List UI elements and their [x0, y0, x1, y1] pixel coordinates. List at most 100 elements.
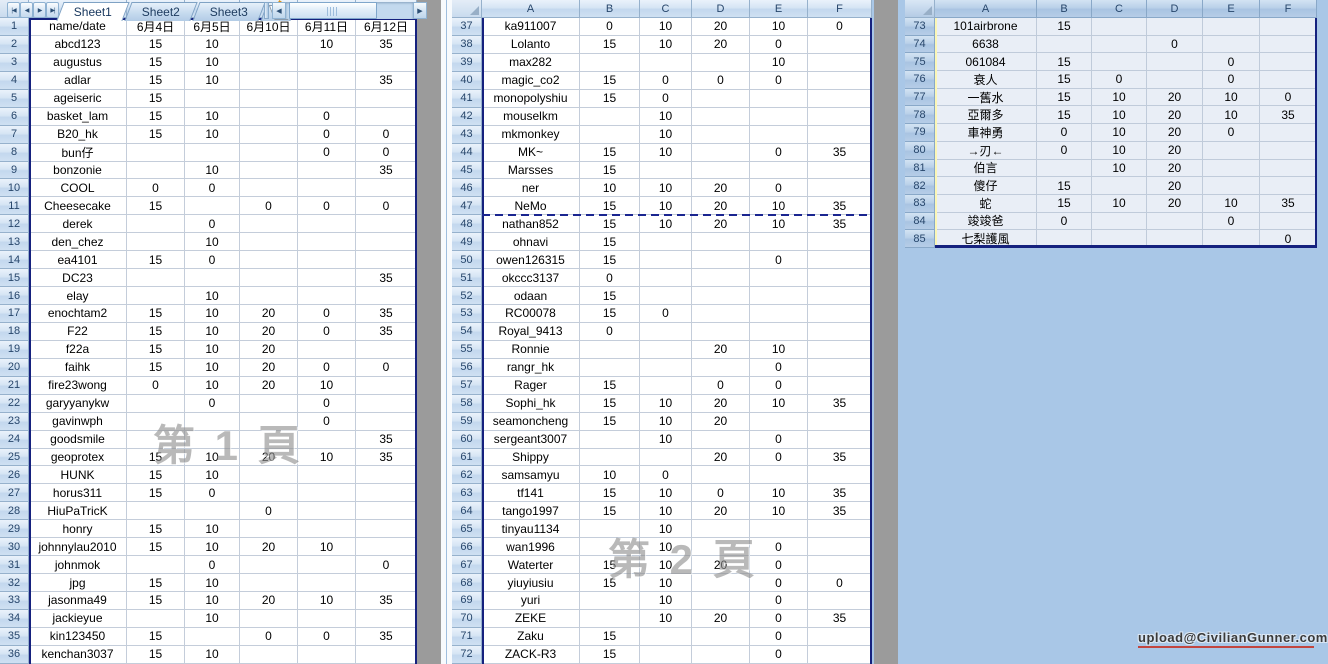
cell-F39[interactable] [808, 54, 872, 72]
cell-F21[interactable] [356, 377, 417, 395]
cell-E36[interactable] [298, 646, 356, 664]
cell-A11[interactable]: Cheesecake [29, 197, 127, 215]
cell-C34[interactable]: 10 [185, 610, 240, 628]
cell-A69[interactable]: yuri [482, 592, 580, 610]
cell-E57[interactable]: 0 [750, 377, 808, 395]
cell-A14[interactable]: ea4101 [29, 251, 127, 269]
row-header-6[interactable]: 6 [0, 108, 29, 126]
cell-F14[interactable] [356, 251, 417, 269]
cell-D39[interactable] [692, 54, 750, 72]
cell-C49[interactable] [640, 233, 692, 251]
row-header-46[interactable]: 46 [452, 179, 482, 197]
cell-C24[interactable] [185, 431, 240, 449]
cell-C16[interactable]: 10 [185, 287, 240, 305]
cell-B80[interactable]: 0 [1037, 142, 1092, 160]
row-header-29[interactable]: 29 [0, 520, 29, 538]
cell-B8[interactable] [127, 144, 185, 162]
cell-E33[interactable]: 10 [298, 592, 356, 610]
cell-C73[interactable] [1092, 18, 1147, 36]
cell-F3[interactable] [356, 54, 417, 72]
cell-E5[interactable] [298, 90, 356, 108]
cell-C25[interactable]: 10 [185, 449, 240, 467]
cell-A15[interactable]: DC23 [29, 269, 127, 287]
cell-D83[interactable]: 20 [1147, 195, 1203, 213]
cell-D59[interactable]: 20 [692, 413, 750, 431]
cell-F8[interactable]: 0 [356, 144, 417, 162]
cell-D81[interactable]: 20 [1147, 160, 1203, 178]
cell-A82[interactable]: 傻仔 [935, 177, 1037, 195]
row-header-9[interactable]: 9 [0, 162, 29, 180]
row-header-19[interactable]: 19 [0, 341, 29, 359]
row-header-42[interactable]: 42 [452, 108, 482, 126]
row-header-69[interactable]: 69 [452, 592, 482, 610]
column-header-A[interactable]: A [482, 0, 580, 18]
cell-D40[interactable]: 0 [692, 72, 750, 90]
row-header-21[interactable]: 21 [0, 377, 29, 395]
cell-E19[interactable] [298, 341, 356, 359]
cell-A65[interactable]: tinyau1134 [482, 520, 580, 538]
cell-E52[interactable] [750, 287, 808, 305]
cell-F57[interactable] [808, 377, 872, 395]
cell-B43[interactable] [580, 126, 640, 144]
cell-B49[interactable]: 15 [580, 233, 640, 251]
cell-B21[interactable]: 0 [127, 377, 185, 395]
cell-E13[interactable] [298, 233, 356, 251]
cell-C15[interactable] [185, 269, 240, 287]
cell-A34[interactable]: jackieyue [29, 610, 127, 628]
cell-A67[interactable]: Waterter [482, 556, 580, 574]
cell-E23[interactable]: 0 [298, 413, 356, 431]
cell-E9[interactable] [298, 162, 356, 180]
cell-D35[interactable]: 0 [240, 628, 298, 646]
cell-D38[interactable]: 20 [692, 36, 750, 54]
cell-D42[interactable] [692, 108, 750, 126]
cell-A36[interactable]: kenchan3037 [29, 646, 127, 664]
cell-D31[interactable] [240, 556, 298, 574]
cell-A26[interactable]: HUNK [29, 466, 127, 484]
cell-C38[interactable]: 10 [640, 36, 692, 54]
row-header-68[interactable]: 68 [452, 574, 482, 592]
cell-A25[interactable]: geoprotex [29, 449, 127, 467]
cell-A45[interactable]: Marsses [482, 162, 580, 180]
column-header-B[interactable]: B [1037, 0, 1092, 18]
cell-E67[interactable]: 0 [750, 556, 808, 574]
cell-B75[interactable]: 15 [1037, 53, 1092, 71]
row-header-78[interactable]: 78 [905, 106, 935, 124]
cell-E29[interactable] [298, 520, 356, 538]
tab-sheet2[interactable]: Sheet2 [124, 2, 197, 21]
cell-A39[interactable]: max282 [482, 54, 580, 72]
cell-F52[interactable] [808, 287, 872, 305]
cell-C44[interactable]: 10 [640, 144, 692, 162]
cell-B68[interactable]: 15 [580, 574, 640, 592]
cell-E22[interactable]: 0 [298, 395, 356, 413]
cell-E79[interactable]: 0 [1203, 124, 1260, 142]
cell-A66[interactable]: wan1996 [482, 538, 580, 556]
cell-D43[interactable] [692, 126, 750, 144]
row-header-41[interactable]: 41 [452, 90, 482, 108]
cell-C54[interactable] [640, 323, 692, 341]
cell-F51[interactable] [808, 269, 872, 287]
cell-A12[interactable]: derek [29, 215, 127, 233]
cell-B62[interactable]: 10 [580, 466, 640, 484]
cell-E16[interactable] [298, 287, 356, 305]
cell-C71[interactable] [640, 628, 692, 646]
cell-A4[interactable]: adlar [29, 72, 127, 90]
cell-B63[interactable]: 15 [580, 484, 640, 502]
cell-C50[interactable] [640, 251, 692, 269]
cell-E7[interactable]: 0 [298, 126, 356, 144]
cell-A57[interactable]: Rager [482, 377, 580, 395]
cell-C51[interactable] [640, 269, 692, 287]
cell-A29[interactable]: honry [29, 520, 127, 538]
cell-B44[interactable]: 15 [580, 144, 640, 162]
tab-splitter-handle[interactable] [264, 2, 269, 19]
row-header-75[interactable]: 75 [905, 53, 935, 71]
cell-D71[interactable] [692, 628, 750, 646]
cell-E54[interactable] [750, 323, 808, 341]
cell-C22[interactable]: 0 [185, 395, 240, 413]
cell-D21[interactable]: 20 [240, 377, 298, 395]
cell-D41[interactable] [692, 90, 750, 108]
cell-B34[interactable] [127, 610, 185, 628]
cell-C57[interactable] [640, 377, 692, 395]
cell-F16[interactable] [356, 287, 417, 305]
cell-A7[interactable]: B20_hk [29, 126, 127, 144]
cell-E59[interactable] [750, 413, 808, 431]
